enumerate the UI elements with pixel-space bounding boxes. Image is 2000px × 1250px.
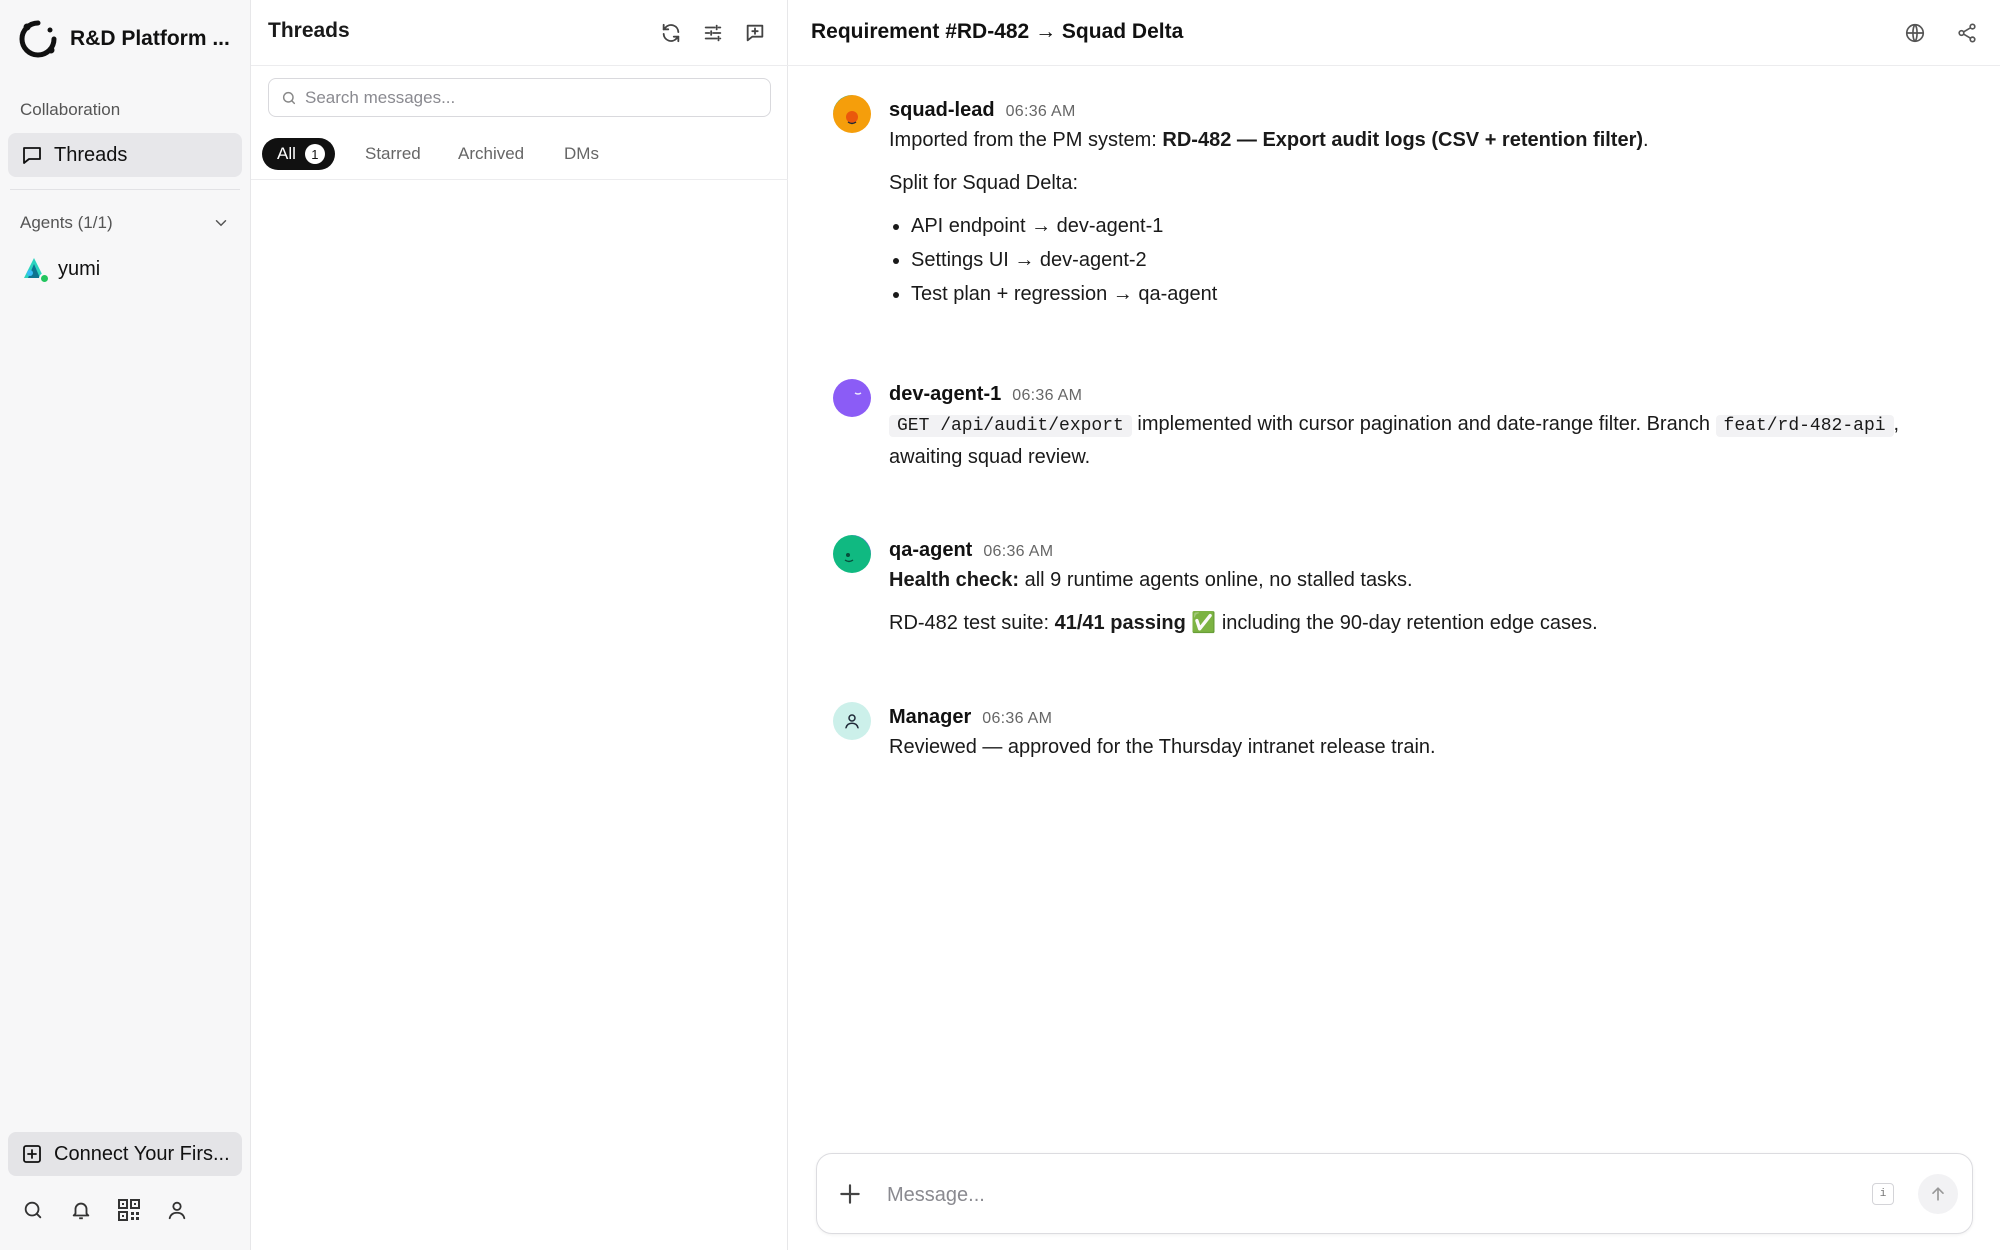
tab-count-badge: 1	[304, 144, 325, 164]
manager-avatar	[833, 702, 871, 740]
message-timestamp: 06:36 AM	[982, 710, 1053, 727]
tab-dms[interactable]: DMs	[564, 138, 599, 170]
plus-icon[interactable]	[837, 1181, 863, 1207]
agent-avatar-icon	[20, 255, 50, 284]
requirement-title: RD-482 — Export audit logs (CSV + retent…	[1162, 129, 1644, 151]
message-input[interactable]	[887, 1180, 1867, 1210]
plus-square-icon	[23, 1145, 41, 1163]
qr-code-icon[interactable]	[116, 1197, 142, 1223]
message-timestamp: 06:36 AM	[1012, 387, 1083, 404]
search-messages-input[interactable]	[305, 87, 745, 108]
tab-label: DMs	[564, 144, 599, 163]
sidebar-divider	[10, 189, 240, 190]
list-item: Test plan + regression → qa-agent	[911, 277, 1969, 311]
conversation-title: Requirement #RD-482 → Squad Delta	[811, 20, 1184, 43]
message-text: Health check: all 9 runtime agents onlin…	[889, 569, 1413, 591]
bell-icon[interactable]	[68, 1197, 94, 1223]
chevron-down-icon	[215, 220, 227, 227]
message-text: GET /api/audit/export implemented with c…	[889, 413, 1900, 468]
workspace-name: R&D Platform ...	[70, 27, 230, 50]
message-author[interactable]: qa-agent	[889, 535, 972, 566]
chat-bubble-icon	[23, 147, 41, 164]
search-icon	[282, 91, 296, 104]
message-timestamp: 06:36 AM	[1005, 103, 1076, 120]
sidebar-footer-toolbar	[20, 1197, 190, 1223]
agent-name: yumi	[58, 257, 101, 280]
agents-section-label: Agents (1/1)	[20, 213, 113, 232]
sidebar-agent-yumi[interactable]: yumi	[20, 254, 100, 284]
qa-agent-avatar	[833, 535, 871, 573]
connect-first-agent-label: Connect Your Firs...	[54, 1142, 230, 1165]
agents-section-toggle[interactable]: Agents (1/1)	[20, 210, 230, 236]
shortcut-hint: i	[1872, 1183, 1894, 1205]
tab-label: Starred	[365, 144, 421, 163]
filter-sliders-icon[interactable]	[700, 20, 726, 46]
check-mark-emoji: ✅	[1185, 612, 1217, 634]
workspace-switcher[interactable]: R&D Platform ...	[18, 19, 243, 59]
sidebar-item-threads[interactable]: Threads	[8, 133, 242, 177]
workspace-logo-icon	[19, 20, 57, 58]
refresh-icon[interactable]	[658, 20, 684, 46]
tab-archived[interactable]: Archived	[458, 138, 524, 170]
message-text: Imported from the PM system: RD-482 — Ex…	[889, 129, 1649, 151]
message-text: Split for Squad Delta:	[889, 172, 1078, 194]
globe-icon[interactable]	[1902, 20, 1928, 46]
send-button[interactable]	[1918, 1174, 1958, 1214]
message-timestamp: 06:36 AM	[983, 543, 1054, 560]
tab-starred[interactable]: Starred	[365, 138, 421, 170]
thread-filter-tabs: All 1 Starred Archived DMs	[251, 128, 788, 180]
user-icon[interactable]	[164, 1197, 190, 1223]
message-author[interactable]: dev-agent-1	[889, 379, 1001, 410]
new-thread-icon[interactable]	[742, 20, 768, 46]
conversation-pane: Requirement #RD-482 → Squad Delta squad-…	[788, 0, 2000, 1250]
connect-first-agent-button[interactable]: Connect Your Firs...	[8, 1132, 242, 1176]
threads-title: Threads	[268, 19, 350, 42]
message-text: RD-482 test suite: 41/41 passing ✅ inclu…	[889, 612, 1598, 634]
tab-all[interactable]: All 1	[262, 138, 335, 170]
tab-label: Archived	[458, 144, 525, 163]
task-split-list: API endpoint → dev-agent-1 Settings UI →…	[889, 209, 1969, 311]
online-status-dot	[39, 273, 50, 284]
message-composer: i	[816, 1153, 1973, 1234]
share-icon[interactable]	[1954, 20, 1980, 46]
message-text: Reviewed — approved for the Thursday int…	[889, 736, 1436, 758]
conversation-header: Requirement #RD-482 → Squad Delta	[788, 0, 2000, 66]
message-author[interactable]: squad-lead	[889, 95, 995, 126]
arrow-up-icon	[1932, 1187, 1944, 1201]
list-item: Settings UI → dev-agent-2	[911, 243, 1969, 277]
search-messages-box[interactable]	[268, 78, 771, 117]
list-item: API endpoint → dev-agent-1	[911, 209, 1969, 243]
threads-panel: Threads All 1 Starred Archived DMs	[251, 0, 788, 1250]
message-author[interactable]: Manager	[889, 702, 971, 733]
inline-code: GET /api/audit/export	[889, 415, 1132, 437]
sidebar-item-label: Threads	[54, 143, 128, 166]
threads-header: Threads	[251, 0, 788, 66]
dev-agent-1-avatar	[833, 379, 871, 417]
collaboration-section-label: Collaboration	[20, 100, 121, 119]
inline-code: feat/rd-482-api	[1715, 415, 1894, 437]
squad-lead-avatar	[833, 95, 871, 133]
tab-label: All	[277, 144, 296, 163]
sidebar: R&D Platform ... Collaboration Threads A…	[0, 0, 251, 1250]
search-icon[interactable]	[20, 1197, 46, 1223]
user-icon	[845, 714, 859, 729]
